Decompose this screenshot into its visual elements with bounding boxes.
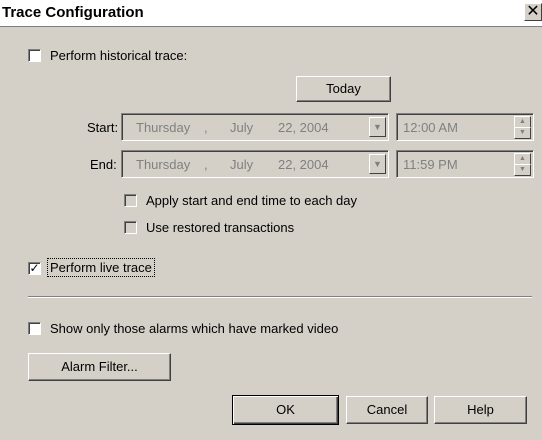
live-trace-label: Perform live trace xyxy=(47,258,155,277)
start-time-value: 12:00 AM xyxy=(403,120,458,135)
end-date-year: 22, 2004 xyxy=(278,157,329,172)
checkmark-icon: ✓ xyxy=(29,261,40,275)
today-button-label: Today xyxy=(326,81,361,96)
close-icon: ✕ xyxy=(526,3,540,20)
end-separator: , xyxy=(204,157,208,172)
marked-video-label: Show only those alarms which have marked… xyxy=(50,321,339,336)
historical-trace-label: Perform historical trace: xyxy=(50,48,188,63)
arrow-up-icon: ▲ xyxy=(519,155,526,162)
end-date-picker[interactable]: Thursday , July 22, 2004 ▼ xyxy=(121,150,389,178)
window-title: Trace Configuration xyxy=(2,4,144,21)
end-date-dropdown-button[interactable]: ▼ xyxy=(369,154,386,174)
apply-each-day-checkbox[interactable] xyxy=(124,194,137,207)
end-time-down-button[interactable]: ▼ xyxy=(514,164,531,176)
ok-button-label: OK xyxy=(276,402,295,417)
start-date-dropdown-button[interactable]: ▼ xyxy=(369,117,386,137)
start-label: Start: xyxy=(87,120,119,135)
start-separator: , xyxy=(204,120,208,135)
alarm-filter-button[interactable]: Alarm Filter... xyxy=(28,353,171,381)
marked-video-checkbox[interactable] xyxy=(28,322,41,335)
live-trace-checkbox[interactable]: ✓ xyxy=(28,262,41,275)
end-label: End: xyxy=(90,157,117,172)
historical-trace-checkbox[interactable] xyxy=(28,49,41,62)
apply-each-day-label: Apply start and end time to each day xyxy=(146,193,358,208)
start-time-field[interactable]: 12:00 AM ▲ ▼ xyxy=(396,113,534,141)
trace-configuration-dialog: Trace Configuration ✕ Perform historical… xyxy=(0,0,542,440)
cancel-button[interactable]: Cancel xyxy=(346,396,428,424)
help-button[interactable]: Help xyxy=(434,396,527,424)
chevron-down-icon: ▼ xyxy=(373,159,382,169)
title-bar: Trace Configuration ✕ xyxy=(0,0,542,27)
arrow-down-icon: ▼ xyxy=(519,129,526,136)
end-time-value: 11:59 PM xyxy=(403,157,458,172)
separator-line xyxy=(28,296,532,298)
end-time-field[interactable]: 11:59 PM ▲ ▼ xyxy=(396,150,534,178)
chevron-down-icon: ▼ xyxy=(373,122,382,132)
start-date-year: 22, 2004 xyxy=(278,120,329,135)
end-month: July xyxy=(230,157,254,172)
arrow-down-icon: ▼ xyxy=(519,166,526,173)
start-time-down-button[interactable]: ▼ xyxy=(514,127,531,139)
help-button-label: Help xyxy=(467,402,494,417)
use-restored-label: Use restored transactions xyxy=(146,220,295,235)
start-weekday: Thursday xyxy=(136,120,191,135)
arrow-up-icon: ▲ xyxy=(519,118,526,125)
alarm-filter-button-label: Alarm Filter... xyxy=(61,359,138,374)
ok-button[interactable]: OK xyxy=(232,395,339,425)
end-weekday: Thursday xyxy=(136,157,191,172)
close-button[interactable]: ✕ xyxy=(524,3,542,21)
today-button[interactable]: Today xyxy=(296,76,391,102)
cancel-button-label: Cancel xyxy=(366,402,408,417)
start-date-picker[interactable]: Thursday , July 22, 2004 ▼ xyxy=(121,113,389,141)
start-month: July xyxy=(230,120,254,135)
use-restored-checkbox[interactable] xyxy=(124,221,137,234)
